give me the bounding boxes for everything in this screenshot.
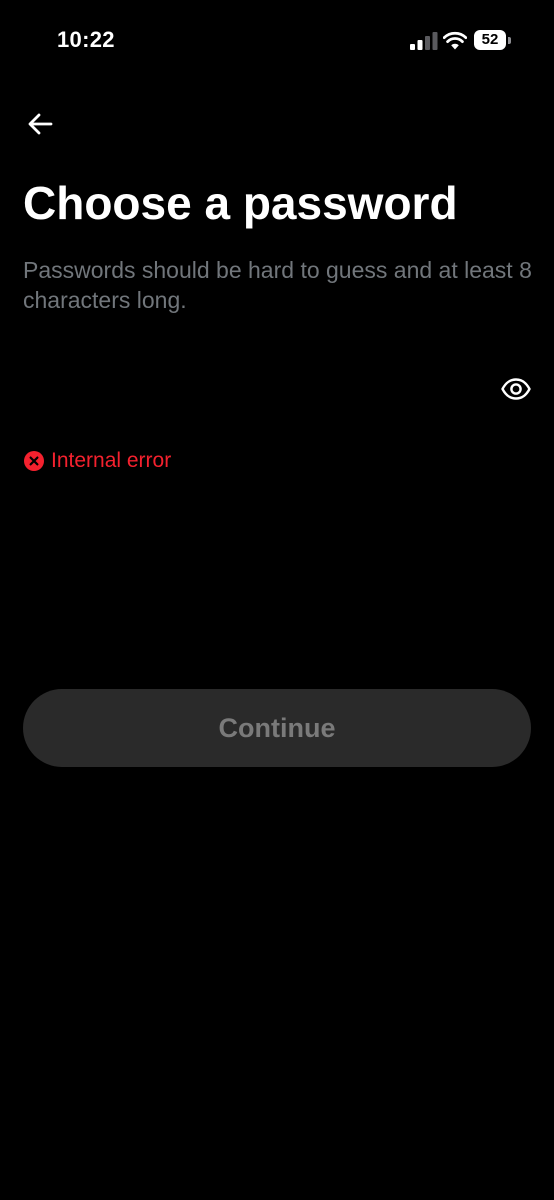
page-subtitle: Passwords should be hard to guess and at… (23, 257, 532, 313)
error-text: Internal error (51, 449, 172, 472)
error-x-icon (24, 451, 44, 471)
password-input[interactable] (23, 362, 487, 416)
page-title: Choose a password (23, 177, 458, 229)
battery-cap (508, 37, 511, 44)
eye-icon (501, 378, 531, 400)
toggle-password-visibility-button[interactable] (496, 370, 536, 408)
status-bar: 10:22 52 (0, 0, 554, 84)
wifi-icon (443, 31, 467, 50)
cellular-signal-icon (410, 32, 438, 50)
battery-icon: 52 (474, 30, 506, 50)
continue-button[interactable]: Continue (23, 689, 531, 767)
error-message: Internal error (24, 448, 171, 474)
status-time: 10:22 (57, 27, 115, 52)
battery-level: 52 (481, 31, 499, 48)
battery-indicator: 52 (474, 30, 512, 52)
back-button[interactable] (20, 104, 60, 144)
arrow-left-icon (28, 113, 53, 135)
